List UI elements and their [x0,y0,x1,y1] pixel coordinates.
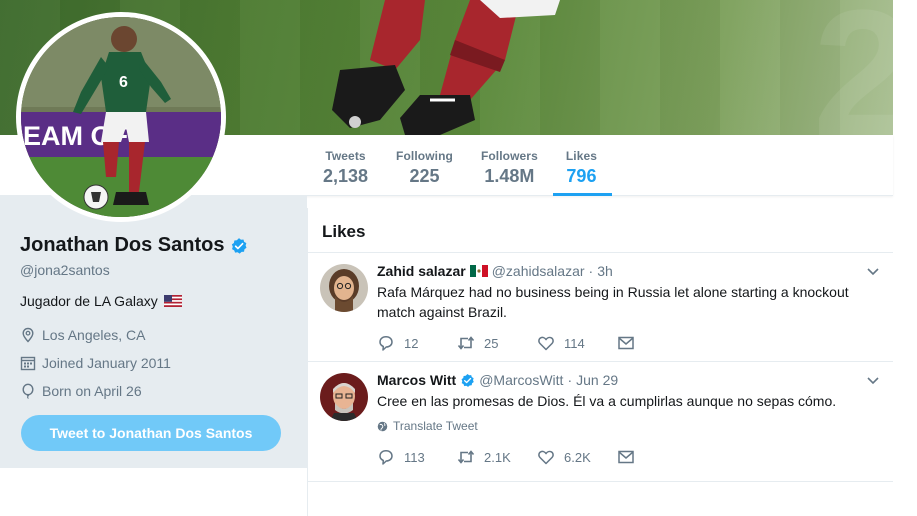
tweet-timestamp[interactable]: Jun 29 [576,372,618,388]
avatar-photo: EAM OF 6 [21,17,221,217]
envelope-icon [618,336,634,350]
profile-bio-row: Jugador de LA Galaxy [20,293,182,309]
timeline-header: Likes [308,208,893,253]
tweet-actions: 12 25 114 [377,334,647,352]
profile-location-row: Los Angeles, CA [20,327,146,343]
svg-text:6: 6 [119,74,128,91]
chevron-down-icon[interactable] [865,372,881,388]
stat-tweets[interactable]: Tweets 2,138 [310,135,383,196]
profile-bio: Jugador de LA Galaxy [20,293,158,309]
retweet-count: 25 [484,335,499,351]
stat-value: 796 [566,166,597,186]
envelope-icon [618,450,634,464]
location-pin-icon [22,327,34,343]
direct-message-button[interactable] [617,334,647,352]
stat-label: Followers [480,149,538,163]
profile-avatar[interactable]: EAM OF 6 [16,12,226,222]
avatar-image [320,264,368,312]
retweet-button[interactable]: 2.1K [457,448,537,466]
stat-value: 1.48M [484,166,535,186]
translate-tweet-link[interactable]: Translate Tweet [377,419,873,433]
reply-button[interactable]: 12 [377,334,457,352]
tweet-text: Cree en las promesas de Dios. Él va a cu… [377,393,837,409]
like-button[interactable]: 114 [537,334,617,352]
profile-location: Los Angeles, CA [42,327,146,343]
reply-icon [379,450,393,465]
tweet-item[interactable]: Marcos Witt @MarcosWitt · Jun 29 Cree en… [308,362,893,482]
likes-timeline: Likes Zahid salazar @zahidsalazar · 3h R… [307,208,893,516]
mexico-flag-icon [469,265,488,277]
heart-icon [538,336,554,351]
profile-page: 2 Tweets 2,138 Following 225 Followers 1… [0,0,917,516]
tweet-author-avatar[interactable] [320,373,368,421]
tweet-to-button[interactable]: Tweet to Jonathan Dos Santos [21,415,281,451]
reply-count: 113 [404,449,425,465]
tweet-author-name[interactable]: Marcos Witt [377,372,456,388]
reply-button[interactable]: 113 [377,448,457,466]
verified-badge-icon [232,237,247,254]
tweet-author-avatar[interactable] [320,264,368,312]
banner-watermark-number: 2 [812,0,893,135]
us-flag-icon [163,295,182,307]
stat-followers[interactable]: Followers 1.48M [468,135,553,196]
stat-value: 225 [409,166,440,186]
tweet-text: Rafa Márquez had no business being in Ru… [377,284,849,320]
tweet-timestamp[interactable]: 3h [597,263,613,279]
separator-dot: · [567,372,573,388]
stat-label: Likes [565,149,598,163]
profile-name[interactable]: Jonathan Dos Santos [20,234,224,257]
profile-sidebar: Jonathan Dos Santos @jona2santos Jugador… [0,196,307,468]
like-count: 114 [564,335,585,351]
balloon-icon [22,383,34,399]
reply-count: 12 [404,335,419,351]
calendar-icon [20,356,36,371]
retweet-count: 2.1K [484,449,511,465]
profile-joined: Joined January 2011 [42,355,171,371]
globe-icon [377,421,388,431]
profile-joined-row: Joined January 2011 [20,355,171,371]
verified-badge-icon [461,373,474,387]
stat-likes[interactable]: Likes 796 [552,135,613,196]
tweet-header: Marcos Witt @MarcosWitt · Jun 29 [377,372,873,388]
profile-born: Born on April 26 [42,383,142,399]
retweet-button[interactable]: 25 [457,334,537,352]
heart-icon [538,450,554,465]
tweet-author-handle[interactable]: @zahidsalazar [492,263,585,279]
tweet-actions: 113 2.1K 6.2K [377,448,647,466]
direct-message-button[interactable] [617,448,647,466]
profile-handle: @jona2santos [20,262,110,278]
reply-icon [379,336,393,351]
avatar-image [320,373,368,421]
like-button[interactable]: 6.2K [537,448,617,466]
chevron-down-icon[interactable] [865,263,881,279]
separator-dot: · [588,263,594,279]
translate-label: Translate Tweet [393,419,478,433]
retweet-icon [457,336,475,350]
stat-label: Following [396,149,453,163]
tweet-author-handle[interactable]: @MarcosWitt [479,372,563,388]
stat-value: 2,138 [323,166,369,186]
stat-following[interactable]: Following 225 [383,135,468,196]
tweet-body: Marcos Witt @MarcosWitt · Jun 29 Cree en… [377,372,873,433]
profile-born-row: Born on April 26 [20,383,142,399]
profile-name-row: Jonathan Dos Santos [20,234,248,257]
tweet-body: Zahid salazar @zahidsalazar · 3h Rafa Má… [377,263,873,322]
like-count: 6.2K [564,449,591,465]
tweet-header: Zahid salazar @zahidsalazar · 3h [377,263,873,279]
profile-stats: Tweets 2,138 Following 225 Followers 1.4… [310,135,613,196]
stat-label: Tweets [325,149,366,163]
tweet-author-name[interactable]: Zahid salazar [377,263,466,279]
tweet-item[interactable]: Zahid salazar @zahidsalazar · 3h Rafa Má… [308,253,893,362]
retweet-icon [457,450,475,464]
